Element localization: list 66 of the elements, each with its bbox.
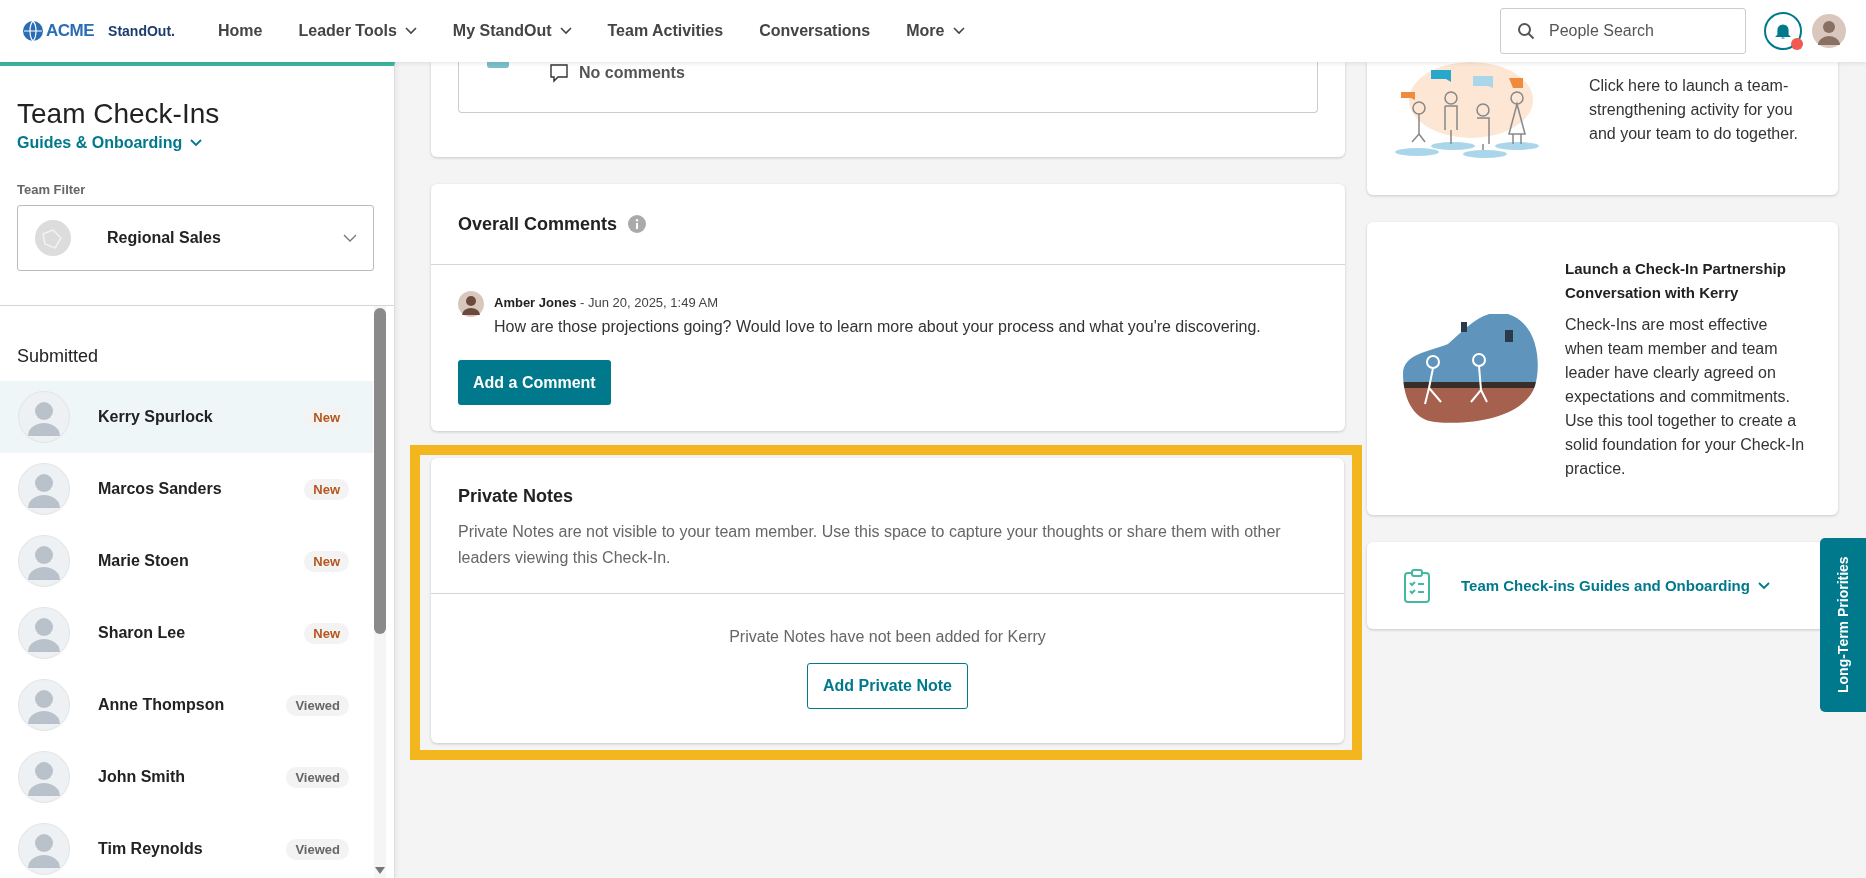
team-member-item[interactable]: Tim Reynolds Viewed [0, 813, 373, 878]
team-member-item[interactable]: Anne Thompson Viewed [0, 669, 373, 741]
scrollbar[interactable] [374, 306, 386, 878]
avatar-silhouette [18, 823, 70, 875]
partnership-description: Check-Ins are most effective when team member and team leader have clearly agreed on expectations and commitments. Use this tool together to create a solid foundation for your Check-In practice. [1565, 314, 1806, 479]
nav-link[interactable]: My StandOut [452, 22, 572, 40]
chevron-down-icon [343, 233, 357, 243]
chevron-down-icon [190, 139, 203, 147]
avatar-silhouette [18, 391, 70, 443]
status-badge: New [304, 550, 349, 572]
scroll-down-arrow-icon[interactable] [375, 867, 385, 874]
section-heading: Submitted [16, 345, 100, 368]
people-search-field[interactable]: People Search [1500, 8, 1746, 54]
activity-card[interactable]: Click here to launch a team-strengthening activity for you and your team to do together. [1367, 62, 1838, 195]
avatar-silhouette [18, 535, 70, 587]
guides-link[interactable]: Guides & Onboarding [17, 134, 203, 152]
status-badge: New [304, 406, 349, 428]
comment-text: How are those projections going? Would love to learn more about your process and what you're discovering. [494, 318, 1261, 336]
search-icon [1517, 22, 1535, 40]
add-private-note-button[interactable]: Add Private Note [807, 663, 968, 709]
page-title: Team Check-Ins [17, 98, 221, 130]
nav-link[interactable]: More [906, 22, 965, 40]
nav-link[interactable]: Leader Tools [298, 22, 417, 40]
notifications-button[interactable] [1764, 12, 1802, 50]
status-badge: New [304, 478, 349, 500]
status-badge: Viewed [286, 838, 349, 860]
bell-icon [1774, 22, 1792, 40]
user-avatar[interactable] [1812, 14, 1846, 48]
nav-link[interactable]: Conversations [759, 22, 871, 40]
team-avatar [35, 220, 71, 256]
tag-marker [487, 62, 509, 68]
status-badge: Viewed [286, 766, 349, 788]
team-member-item[interactable]: Kerry Spurlock New [0, 381, 373, 453]
avatar-silhouette [18, 463, 70, 515]
comment-icon [549, 63, 569, 83]
card-description: Private Notes are not visible to your team member. Use this space to capture your thoughts or share them with other leaders viewing this Check-In. [458, 522, 1282, 568]
clipboard-checklist-icon [1403, 567, 1431, 604]
product-logo: StandOut. [108, 23, 175, 39]
status-badge: New [304, 622, 349, 644]
chevron-down-icon [1757, 581, 1770, 590]
nav-link[interactable]: Home [218, 22, 263, 40]
comment-count: No comments [579, 64, 685, 82]
team-filter-dropdown[interactable]: Regional Sales [17, 205, 374, 271]
globe-logo-icon [22, 20, 44, 42]
activity-description: Click here to launch a team-strengthening activity for you and your team to do together. [1589, 76, 1800, 144]
comment-meta: Amber Jones - Jun 20, 2025, 1:49 AM [494, 295, 720, 310]
card-title: Overall Comments [458, 213, 618, 235]
avatar-silhouette [18, 751, 70, 803]
add-comment-button[interactable]: Add a Comment [458, 360, 611, 405]
empty-state-text: Private Notes have not been added for Kerry [729, 628, 1046, 646]
team-member-item[interactable]: Sharon Lee New [0, 597, 373, 669]
status-badge: Viewed [286, 694, 349, 716]
guides-onboarding-link[interactable]: Team Check-ins Guides and Onboarding [1461, 577, 1770, 594]
partnership-card[interactable] [1367, 222, 1838, 515]
nav-link[interactable]: Team Activities [607, 22, 724, 40]
avatar-silhouette [18, 607, 70, 659]
partnership-title: Launch a Check-In Partnership Conversation with Kerry [1565, 258, 1787, 303]
team-member-item[interactable]: Marcos Sanders New [0, 453, 373, 525]
team-filter-label: Team Filter [17, 182, 87, 197]
card-title: Private Notes [458, 486, 575, 507]
avatar-silhouette [18, 679, 70, 731]
avatar-silhouette [458, 291, 484, 317]
team-member-item[interactable]: John Smith Viewed [0, 741, 373, 813]
long-term-priorities-tab[interactable]: Long-Term Priorities [1820, 538, 1866, 712]
brand-logo: ACME [46, 21, 95, 41]
team-member-item[interactable]: Marie Stoen New [0, 525, 373, 597]
